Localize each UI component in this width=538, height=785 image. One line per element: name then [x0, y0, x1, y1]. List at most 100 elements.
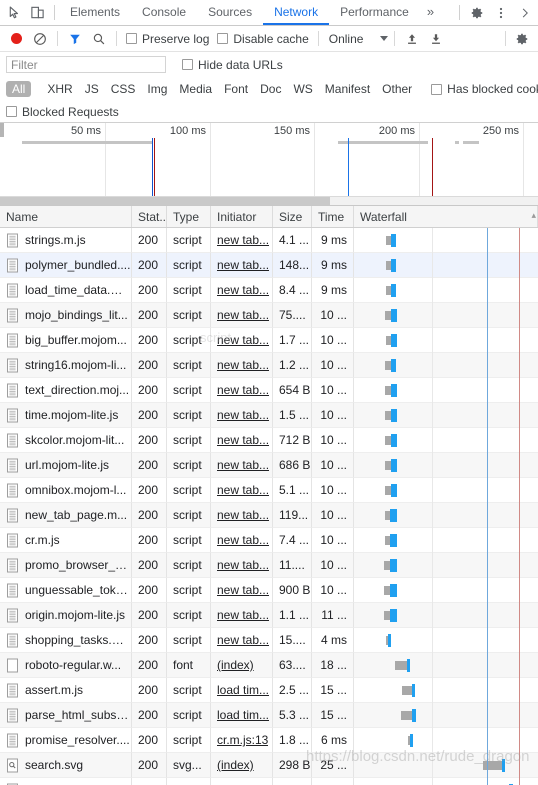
preserve-log-checkbox[interactable]: Preserve log [123, 32, 212, 46]
table-row[interactable]: skcolor.mojom-lit... 200 script new tab... 7… [0, 428, 538, 453]
preserve-log-box[interactable] [126, 33, 137, 44]
overview-scroll-thumb[interactable] [0, 197, 330, 205]
type-chip-img[interactable]: Img [141, 81, 173, 97]
column-header-size[interactable]: Size [273, 206, 312, 227]
cell-name[interactable]: parse_html_subse... [0, 703, 132, 728]
overview-left-handle[interactable] [0, 123, 4, 137]
has-blocked-cookies-checkbox[interactable]: Has blocked cookies [428, 82, 538, 96]
initiator-link[interactable]: new tab... [217, 233, 269, 247]
initiator-link[interactable]: load tim... [217, 708, 269, 722]
table-row[interactable]: assert.m.js 200 script load tim... 2.5 ... 15… [0, 678, 538, 703]
column-header-initiator[interactable]: Initiator [211, 206, 273, 227]
initiator-link[interactable]: new tab... [217, 633, 269, 647]
table-row[interactable]: new_tab_page.m... 200 script new tab... 119.… [0, 503, 538, 528]
network-overview[interactable]: 50 ms 100 ms 150 ms 200 ms 250 ms [0, 123, 538, 206]
cell-name[interactable]: big_buffer.mojom... [0, 328, 132, 353]
table-row[interactable]: time.mojom-lite.js 200 script new tab... 1.5… [0, 403, 538, 428]
table-row[interactable]: load_time_data.m.js 200 script new tab... 8.… [0, 278, 538, 303]
table-row[interactable]: string16.mojom-li... 200 script new tab... 1… [0, 353, 538, 378]
initiator-link[interactable]: new tab... [217, 608, 269, 622]
cell-name[interactable]: new_tab_page.m... [0, 503, 132, 528]
initiator-link[interactable]: (index) [217, 758, 254, 772]
table-row[interactable]: unguessable_toke... 200 script new tab... 90… [0, 578, 538, 603]
table-row[interactable]: shopping_tasks.m... 200 script new tab... 15… [0, 628, 538, 653]
table-row[interactable]: cr.m.js 200 script new tab... 7.4 ... 10 ... [0, 528, 538, 553]
cell-name[interactable]: skcolor.mojom-lit... [0, 428, 132, 453]
cell-name[interactable]: string16.mojom-li... [0, 353, 132, 378]
initiator-link[interactable]: (index) [217, 658, 254, 672]
initiator-link[interactable]: new tab... [217, 408, 269, 422]
cell-name[interactable]: promise_resolver.... [0, 728, 132, 753]
has-blocked-cookies-box[interactable] [431, 83, 443, 95]
cell-name[interactable]: omnibox.mojom-l... [0, 478, 132, 503]
table-row[interactable]: text_direction.moj... 200 script new tab...… [0, 378, 538, 403]
tab-elements[interactable]: Elements [59, 0, 131, 25]
gear-icon[interactable] [466, 1, 488, 25]
inspect-cursor-icon[interactable] [6, 4, 23, 21]
cell-name[interactable]: roboto-regular.w... [0, 653, 132, 678]
table-row[interactable]: promise_resolver.... 200 script cr.m.js:13 1… [0, 728, 538, 753]
cell-name[interactable]: polymer_bundled.... [0, 253, 132, 278]
kebab-menu-icon[interactable] [490, 1, 512, 25]
cell-name[interactable]: origin.mojom-lite.js [0, 603, 132, 628]
initiator-link[interactable]: new tab... [217, 533, 269, 547]
type-chip-xhr[interactable]: XHR [41, 81, 78, 97]
table-row[interactable]: googlemic_clr_24...200svg...(index)502 B… [0, 778, 538, 785]
cell-name[interactable]: unguessable_toke... [0, 578, 132, 603]
cell-name[interactable]: assert.m.js [0, 678, 132, 703]
blocked-requests-checkbox[interactable]: Blocked Requests [6, 105, 122, 119]
column-header-name[interactable]: Name [0, 206, 132, 227]
type-chip-css[interactable]: CSS [105, 81, 142, 97]
cell-name[interactable]: load_time_data.m.js [0, 278, 132, 303]
type-chip-media[interactable]: Media [173, 81, 218, 97]
initiator-link[interactable]: new tab... [217, 333, 269, 347]
tab-performance[interactable]: Performance [329, 0, 420, 25]
initiator-link[interactable]: new tab... [217, 583, 269, 597]
overview-scrollbar[interactable] [0, 196, 538, 205]
chevron-right-icon[interactable] [514, 1, 536, 25]
initiator-link[interactable]: cr.m.js:13 [217, 733, 268, 747]
cell-name[interactable]: mojo_bindings_lit... [0, 303, 132, 328]
tab-network[interactable]: Network [263, 0, 330, 25]
initiator-link[interactable]: new tab... [217, 508, 269, 522]
initiator-link[interactable]: new tab... [217, 383, 269, 397]
type-chip-other[interactable]: Other [376, 81, 418, 97]
type-chip-doc[interactable]: Doc [254, 81, 287, 97]
throttling-select[interactable]: Online [325, 32, 389, 46]
disable-cache-box[interactable] [217, 33, 229, 44]
table-row[interactable]: big_buffer.mojom... 200 script new tab... 1.… [0, 328, 538, 353]
cell-name[interactable]: cr.m.js [0, 528, 132, 553]
device-toggle-icon[interactable] [29, 4, 46, 21]
table-vertical-scrollbar[interactable] [533, 206, 538, 785]
column-header-type[interactable]: Type [167, 206, 211, 227]
column-header-time[interactable]: Time [312, 206, 354, 227]
table-row[interactable]: origin.mojom-lite.js 200 script new tab... 1… [0, 603, 538, 628]
search-icon[interactable] [88, 28, 110, 50]
initiator-link[interactable]: new tab... [217, 258, 269, 272]
column-header-status[interactable]: Stat... [132, 206, 167, 227]
cell-name[interactable]: googlemic_clr_24... [0, 778, 132, 785]
disable-cache-checkbox[interactable]: Disable cache [214, 32, 311, 46]
chevron-down-icon[interactable] [380, 36, 389, 41]
gear-icon[interactable] [511, 28, 533, 50]
cell-name[interactable]: time.mojom-lite.js [0, 403, 132, 428]
initiator-link[interactable]: new tab... [217, 283, 269, 297]
clear-button[interactable] [29, 28, 51, 50]
cell-name[interactable]: shopping_tasks.m... [0, 628, 132, 653]
initiator-link[interactable]: new tab... [217, 558, 269, 572]
type-chip-js[interactable]: JS [79, 81, 105, 97]
table-row[interactable]: strings.m.js 200 script new tab... 4.1 ... 9 … [0, 228, 538, 253]
more-tabs-button[interactable]: » [420, 0, 441, 25]
record-button[interactable] [5, 28, 27, 50]
hide-data-urls-box[interactable] [182, 59, 193, 70]
cell-name[interactable]: strings.m.js [0, 228, 132, 253]
cell-name[interactable]: url.mojom-lite.js [0, 453, 132, 478]
initiator-link[interactable]: new tab... [217, 358, 269, 372]
table-row[interactable]: roboto-regular.w... 200 font (index) 63.... 1… [0, 653, 538, 678]
table-row[interactable]: polymer_bundled.... 200 script new tab... 14… [0, 253, 538, 278]
table-row[interactable]: url.mojom-lite.js 200 script new tab... 686 … [0, 453, 538, 478]
initiator-link[interactable]: new tab... [217, 483, 269, 497]
type-chip-all[interactable]: All [6, 81, 32, 97]
type-chip-ws[interactable]: WS [287, 81, 318, 97]
initiator-link[interactable]: new tab... [217, 308, 269, 322]
